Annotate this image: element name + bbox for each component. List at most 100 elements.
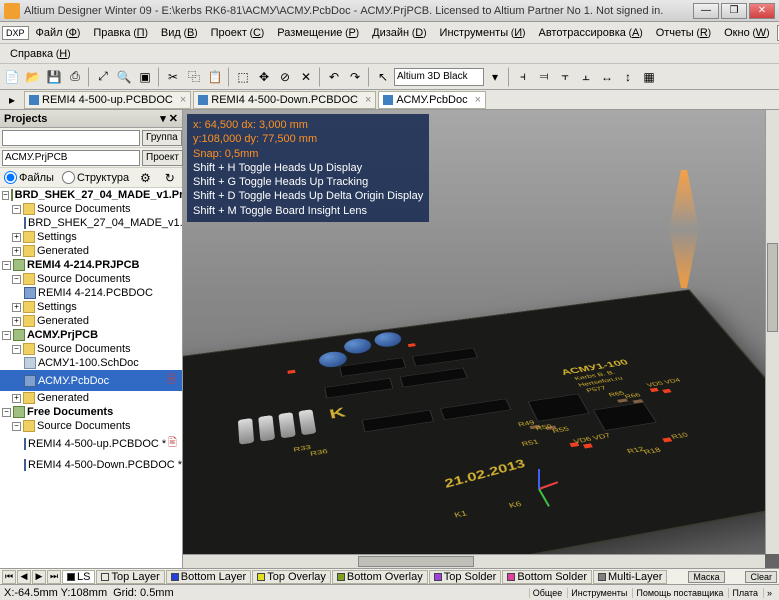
tb-align-l[interactable]: ⫞ bbox=[513, 67, 533, 87]
tree-sch-3[interactable]: АСМУ1-100.SchDoc bbox=[0, 356, 182, 370]
menu-place[interactable]: Размещение (Р) bbox=[271, 25, 365, 41]
tree-project-2[interactable]: −REMI4 4-214.PRJPCB bbox=[0, 258, 182, 272]
tree-set-1[interactable]: +Settings bbox=[0, 230, 182, 244]
project-tree[interactable]: −BRD_SHEK_27_04_MADE_v1.PrjPCE −Source D… bbox=[0, 188, 182, 568]
menu-project[interactable]: Проект (C) bbox=[205, 25, 271, 41]
menu-dxp[interactable]: DXP bbox=[2, 26, 29, 40]
tree-free-d1[interactable]: REMI4 4-500-up.PCBDOC *🖹 bbox=[0, 433, 182, 454]
menu-design[interactable]: Дизайн (D) bbox=[366, 25, 432, 41]
status-tab-common[interactable]: Общее bbox=[529, 588, 565, 598]
tb-move[interactable]: ✥ bbox=[254, 67, 274, 87]
tree-project-1[interactable]: −BRD_SHEK_27_04_MADE_v1.PrjPCE bbox=[0, 188, 182, 202]
menu-autoroute[interactable]: Автотрассировка (A) bbox=[532, 25, 648, 41]
tb-cursor[interactable]: ↖ bbox=[373, 67, 393, 87]
layer-top[interactable]: Top Layer bbox=[96, 570, 164, 584]
project-input[interactable] bbox=[2, 150, 140, 166]
menu-file[interactable]: Файл (Ф) bbox=[30, 25, 87, 41]
workspace-button[interactable]: Группа bbox=[142, 130, 182, 146]
menu-window[interactable]: Окно (W) bbox=[718, 25, 775, 41]
tb-zoom-fit[interactable]: ⤢ bbox=[93, 67, 113, 87]
tree-gen-1[interactable]: +Generated bbox=[0, 244, 182, 258]
menu-reports[interactable]: Отчеты (R) bbox=[650, 25, 717, 41]
horizontal-scrollbar[interactable] bbox=[183, 554, 765, 568]
menu-tools[interactable]: Инструменты (И) bbox=[434, 25, 532, 41]
status-tab-tools[interactable]: Инструменты bbox=[567, 588, 630, 598]
tb-undo[interactable]: ↶ bbox=[324, 67, 344, 87]
tb-zoom-area[interactable]: 🔍 bbox=[114, 67, 134, 87]
tb-paste[interactable]: 📋 bbox=[205, 67, 225, 87]
vertical-scrollbar[interactable] bbox=[765, 110, 779, 554]
tree-project-3[interactable]: −АСМУ.PrjPCB bbox=[0, 328, 182, 342]
tb-copy[interactable]: ⿻ bbox=[184, 67, 204, 87]
tree-options-icon[interactable]: ⚙ bbox=[137, 168, 153, 188]
menu-view[interactable]: Вид (В) bbox=[155, 25, 204, 41]
tree-refresh-icon[interactable]: ↻ bbox=[162, 168, 178, 188]
tb-clear[interactable]: ✕ bbox=[296, 67, 316, 87]
tree-gen-2[interactable]: +Generated bbox=[0, 314, 182, 328]
tb-new[interactable]: 📄 bbox=[2, 67, 22, 87]
radio-structure[interactable]: Структура bbox=[62, 171, 129, 184]
layer-ls[interactable]: LS bbox=[62, 570, 95, 584]
layer-multi[interactable]: Multi-Layer bbox=[593, 570, 667, 584]
layer-nav-last[interactable]: ⏭ bbox=[47, 570, 61, 584]
layer-top-solder[interactable]: Top Solder bbox=[429, 570, 502, 584]
tb-align-t[interactable]: ⫟ bbox=[555, 67, 575, 87]
pcb-3d-view[interactable]: x: 64,500 dx: 3,000 mm y:108,000 dy: 77,… bbox=[183, 110, 779, 568]
doc-tab-2[interactable]: АСМУ.PcbDoc× bbox=[378, 91, 486, 109]
close-button[interactable]: ✕ bbox=[749, 3, 775, 19]
tb-cut[interactable]: ✂ bbox=[163, 67, 183, 87]
tb-deselect[interactable]: ⊘ bbox=[275, 67, 295, 87]
tree-free-src[interactable]: −Source Documents bbox=[0, 419, 182, 433]
tree-gen-3[interactable]: +Generated bbox=[0, 391, 182, 405]
panel-toggle[interactable]: ▸ bbox=[2, 90, 22, 110]
tree-src-3[interactable]: −Source Documents bbox=[0, 342, 182, 356]
panel-menu-icon[interactable]: ▾ ✕ bbox=[160, 112, 178, 125]
layer-bottom[interactable]: Bottom Layer bbox=[166, 570, 251, 584]
view-config-select[interactable]: Altium 3D Black bbox=[394, 68, 484, 86]
project-button[interactable]: Проект bbox=[142, 150, 183, 166]
tree-pcb-3-selected[interactable]: АСМУ.PcbDoc🖹 bbox=[0, 370, 182, 391]
close-icon[interactable]: × bbox=[180, 94, 186, 106]
tree-src-2[interactable]: −Source Documents bbox=[0, 272, 182, 286]
close-icon[interactable]: × bbox=[475, 94, 481, 106]
tree-set-2[interactable]: +Settings bbox=[0, 300, 182, 314]
tree-free-d2[interactable]: REMI4 4-500-Down.PCBDOC *🖹 bbox=[0, 454, 182, 475]
tree-free[interactable]: −Free Documents bbox=[0, 405, 182, 419]
tb-save[interactable]: 💾 bbox=[44, 67, 64, 87]
close-icon[interactable]: × bbox=[365, 94, 371, 106]
doc-tab-0[interactable]: REMI4 4-500-up.PCBDOC× bbox=[24, 91, 191, 109]
tb-redo[interactable]: ↷ bbox=[345, 67, 365, 87]
tree-doc-2[interactable]: REMI4 4-214.PCBDOC bbox=[0, 286, 182, 300]
clear-button[interactable]: Clear bbox=[745, 571, 777, 583]
mask-button[interactable]: Маска bbox=[688, 571, 724, 583]
status-tab-vendor[interactable]: Помощь поставщика bbox=[632, 588, 726, 598]
tb-align-b[interactable]: ⫠ bbox=[576, 67, 596, 87]
tb-grid[interactable]: ▦ bbox=[639, 67, 659, 87]
tb-dist-v[interactable]: ↕ bbox=[618, 67, 638, 87]
window-title: Altium Designer Winter 09 - E:\kerbs RK6… bbox=[24, 5, 693, 17]
tb-dist-h[interactable]: ↔ bbox=[597, 67, 617, 87]
menu-help[interactable]: Справка (H) bbox=[4, 46, 77, 62]
tb-zoom-sel[interactable]: ▣ bbox=[135, 67, 155, 87]
layer-bottom-solder[interactable]: Bottom Solder bbox=[502, 570, 592, 584]
tb-select[interactable]: ⬚ bbox=[233, 67, 253, 87]
layer-nav-next[interactable]: ▶ bbox=[32, 570, 46, 584]
radio-files[interactable]: Файлы bbox=[4, 171, 54, 184]
status-tab-board[interactable]: Плата bbox=[728, 588, 761, 598]
layer-nav-prev[interactable]: ◀ bbox=[17, 570, 31, 584]
layer-bottom-overlay[interactable]: Bottom Overlay bbox=[332, 570, 428, 584]
doc-tab-1[interactable]: REMI4 4-500-Down.PCBDOC× bbox=[193, 91, 376, 109]
tree-doc-1[interactable]: BRD_SHEK_27_04_MADE_v1.PCBDOC bbox=[0, 216, 182, 230]
tb-open[interactable]: 📂 bbox=[23, 67, 43, 87]
tb-align-r[interactable]: ⫤ bbox=[534, 67, 554, 87]
tree-src-1[interactable]: −Source Documents bbox=[0, 202, 182, 216]
tb-view-dropdown[interactable]: ▾ bbox=[485, 67, 505, 87]
workspace-input[interactable] bbox=[2, 130, 140, 146]
tb-print[interactable]: ⎙ bbox=[65, 67, 85, 87]
status-menu-icon[interactable]: » bbox=[763, 588, 775, 598]
layer-nav-first[interactable]: ⏮ bbox=[2, 570, 16, 584]
layer-top-overlay[interactable]: Top Overlay bbox=[252, 570, 331, 584]
menu-edit[interactable]: Правка (П) bbox=[87, 25, 154, 41]
maximize-button[interactable]: ❐ bbox=[721, 3, 747, 19]
minimize-button[interactable]: — bbox=[693, 3, 719, 19]
